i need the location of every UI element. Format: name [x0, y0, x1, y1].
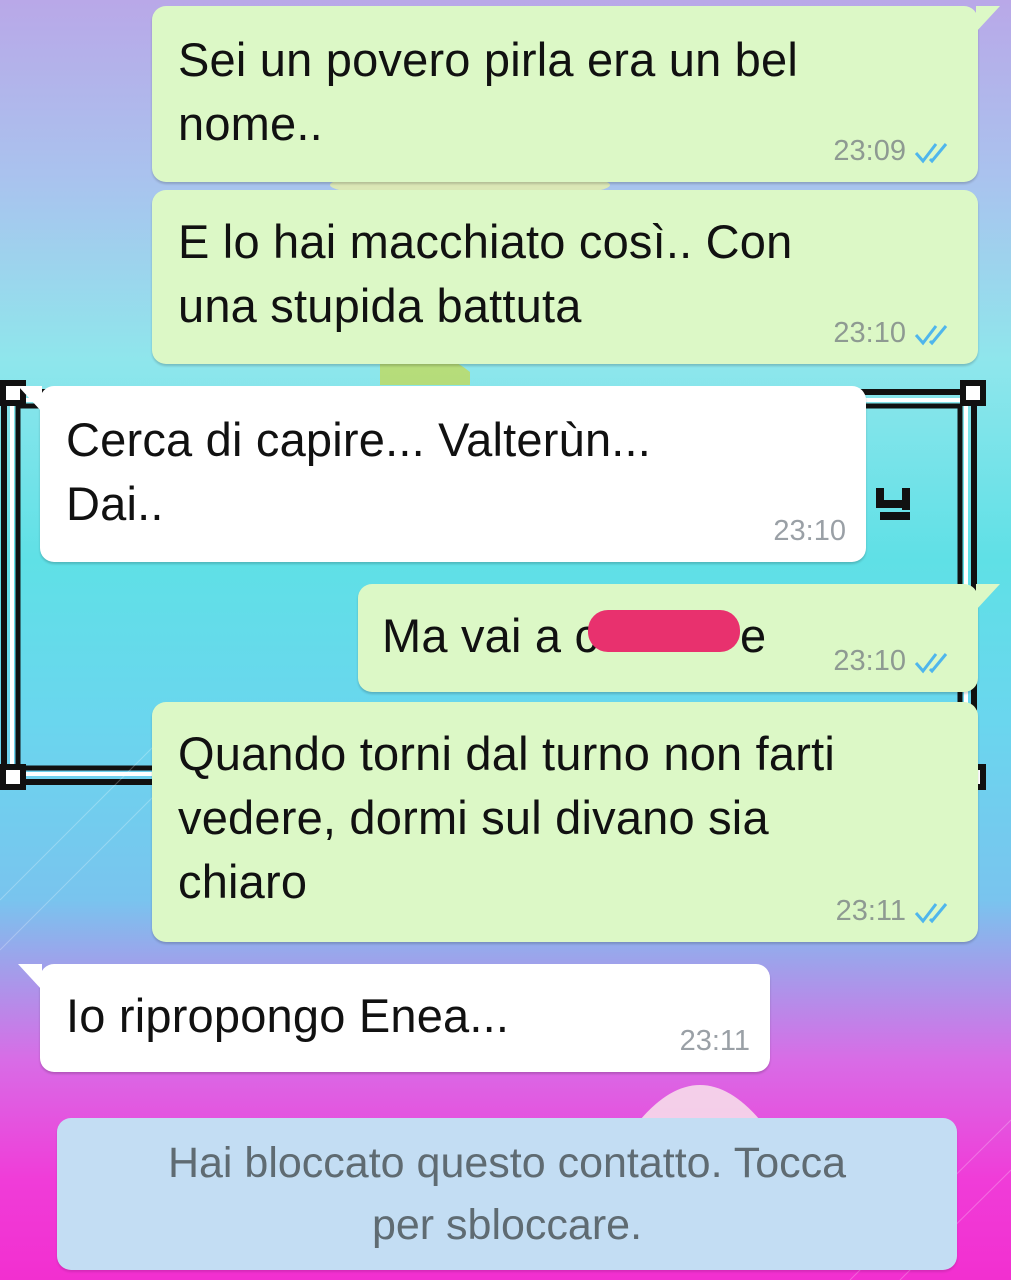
message-text: Quando torni dal turno non farti vedere,… — [178, 727, 835, 908]
message-bubble-incoming[interactable]: Cerca di capire... Valterùn... Dai.. 23:… — [18, 386, 866, 562]
message-time: 23:11 — [679, 1025, 750, 1057]
message-text: Cerca di capire... Valterùn... Dai.. — [66, 413, 652, 530]
message-bubble-incoming[interactable]: Io ripropongo Enea... 23:11 — [18, 964, 770, 1072]
blocked-contact-notice[interactable]: Hai bloccato questo contatto. Tocca per … — [57, 1118, 957, 1270]
message-bubble-outgoing[interactable]: Sei un povero pirla era un bel nome.. 23… — [152, 6, 1000, 182]
message-text: Io ripropongo Enea... — [66, 989, 510, 1042]
double-check-icon — [914, 652, 948, 673]
message-time: 23:10 — [773, 515, 846, 547]
message-time: 23:10 — [833, 645, 906, 677]
message-time: 23:09 — [833, 135, 906, 167]
message-meta: 23:10 — [833, 317, 958, 350]
message-bubble-outgoing[interactable]: Ma vai a c e 23:10 — [358, 584, 1000, 692]
double-check-icon — [914, 142, 948, 163]
message-meta: 23:11 — [680, 1025, 750, 1058]
censor-mark — [588, 610, 740, 652]
bubble-tail — [18, 964, 42, 990]
message-meta: 23:10 — [833, 645, 958, 678]
message-meta: 23:10 — [773, 515, 846, 548]
bubble-tail — [976, 6, 1000, 32]
message-bubble-outgoing[interactable]: Quando torni dal turno non farti vedere,… — [152, 702, 978, 942]
message-text-after-censor: e — [740, 609, 767, 662]
message-text: Ma vai a c — [382, 609, 599, 662]
bubble-tail — [18, 386, 42, 412]
double-check-icon — [914, 902, 948, 923]
bubble-tail — [976, 584, 1000, 610]
message-meta: 23:09 — [833, 135, 958, 168]
double-check-icon — [914, 324, 948, 345]
message-time: 23:10 — [833, 317, 906, 349]
message-meta: 23:11 — [836, 895, 958, 928]
message-time: 23:11 — [835, 895, 906, 927]
blocked-contact-notice-text: Hai bloccato questo contatto. Tocca per … — [167, 1139, 847, 1249]
message-bubble-outgoing[interactable]: E lo hai macchiato così.. Con una stupid… — [152, 190, 978, 364]
